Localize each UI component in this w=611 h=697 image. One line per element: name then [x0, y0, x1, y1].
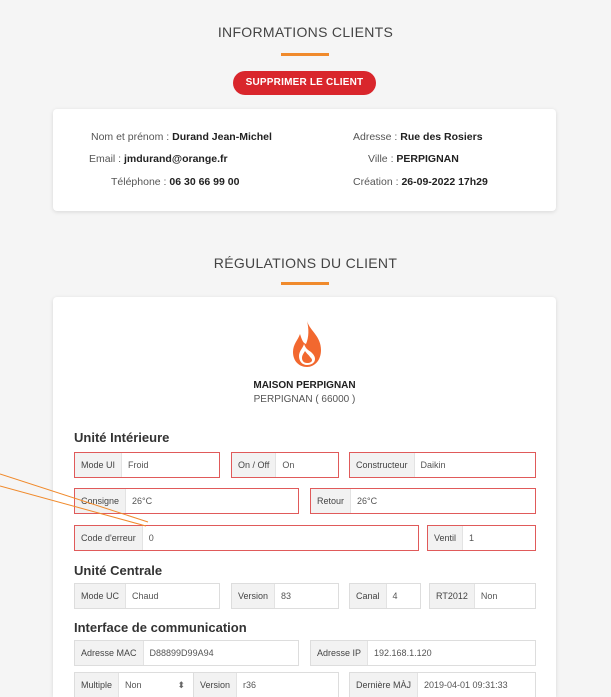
mode-ui-field[interactable]: Mode UI Froid: [74, 452, 220, 478]
error-code-label: Code d'erreur: [75, 526, 143, 550]
onoff-value: On: [282, 460, 295, 470]
canal-value: 4: [392, 591, 398, 601]
mode-ui-value: Froid: [128, 460, 149, 470]
city-label: Ville :: [368, 153, 394, 165]
comm-version-field[interactable]: Version r36: [193, 672, 339, 697]
flame-icon: [293, 321, 321, 367]
client-address-row: Adresse : Rue des Rosiers: [353, 131, 483, 143]
consigne-label: Consigne: [75, 489, 127, 513]
name-label: Nom et prénom :: [91, 131, 170, 143]
ip-address-label: Adresse IP: [311, 641, 369, 665]
title-underline: [281, 53, 329, 56]
indoor-unit-title: Unité Intérieure: [74, 430, 170, 445]
client-city-row: Ville : PERPIGNAN: [368, 153, 459, 165]
ventil-label: Ventil: [428, 526, 464, 550]
select-arrows-icon: ⬍: [177, 679, 185, 690]
email-value: jmdurand@orange.fr: [124, 153, 228, 165]
rt2012-field[interactable]: RT2012 Non: [429, 583, 536, 609]
ventil-field[interactable]: Ventil 1: [427, 525, 536, 551]
uc-version-value: 83: [281, 591, 292, 601]
onoff-field[interactable]: On / Off On: [231, 452, 339, 478]
mode-ui-label: Mode UI: [75, 453, 123, 477]
retour-value: 26°C: [357, 496, 378, 506]
regulation-card: MAISON PERPIGNAN PERPIGNAN ( 66000 ) Uni…: [53, 297, 556, 697]
mac-address-field[interactable]: Adresse MAC D88899D99A94: [74, 640, 299, 666]
mode-uc-field[interactable]: Mode UC Chaud: [74, 583, 220, 609]
multiple-value: Non: [125, 680, 142, 690]
mode-uc-label: Mode UC: [75, 584, 127, 608]
client-phone-row: Téléphone : 06 30 66 99 00: [111, 176, 239, 188]
created-label: Création :: [353, 176, 399, 188]
multiple-label: Multiple: [75, 673, 120, 697]
comm-version-label: Version: [194, 673, 238, 697]
last-update-label: Dernière MÀJ: [350, 673, 419, 697]
constructeur-label: Constructeur: [350, 453, 415, 477]
consigne-field[interactable]: Consigne 26°C: [74, 488, 299, 514]
central-unit-title: Unité Centrale: [74, 563, 163, 578]
consigne-value: 26°C: [132, 496, 153, 506]
mac-address-value: D88899D99A94: [149, 648, 214, 658]
phone-value: 06 30 66 99 00: [169, 176, 240, 188]
canal-field[interactable]: Canal 4: [349, 583, 421, 609]
client-info-card: Nom et prénom : Durand Jean-Michel Email…: [53, 109, 556, 211]
retour-field[interactable]: Retour 26°C: [310, 488, 536, 514]
name-value: Durand Jean-Michel: [172, 131, 272, 143]
mode-uc-value: Chaud: [132, 591, 159, 601]
comm-version-value: r36: [243, 680, 257, 690]
ventil-value: 1: [469, 533, 475, 543]
created-value: 26-09-2022 17h29: [401, 176, 488, 188]
client-name-row: Nom et prénom : Durand Jean-Michel: [91, 131, 272, 143]
phone-label: Téléphone :: [111, 176, 167, 188]
constructeur-field[interactable]: Constructeur Daikin: [349, 452, 536, 478]
ip-address-field[interactable]: Adresse IP 192.168.1.120: [310, 640, 536, 666]
error-code-value: 0: [148, 533, 154, 543]
canal-label: Canal: [350, 584, 387, 608]
multiple-select[interactable]: Multiple Non ⬍: [74, 672, 194, 697]
last-update-value: 2019-04-01 09:31:33: [424, 680, 508, 690]
address-label: Adresse :: [353, 131, 398, 143]
client-email-row: Email : jmdurand@orange.fr: [89, 153, 228, 165]
ip-address-value: 192.168.1.120: [374, 648, 432, 658]
rt2012-label: RT2012: [430, 584, 475, 608]
client-created-row: Création : 26-09-2022 17h29: [353, 176, 488, 188]
last-update-field[interactable]: Dernière MÀJ 2019-04-01 09:31:33: [349, 672, 536, 697]
regulation-section-title: RÉGULATIONS DU CLIENT: [213, 255, 398, 271]
rt2012-value: Non: [480, 591, 498, 601]
onoff-label: On / Off: [232, 453, 277, 477]
site-name: MAISON PERPIGNAN: [253, 380, 356, 391]
title-underline: [281, 282, 329, 285]
address-value: Rue des Rosiers: [400, 131, 483, 143]
delete-client-button[interactable]: SUPPRIMER LE CLIENT: [233, 71, 376, 95]
city-value: PERPIGNAN: [396, 153, 459, 165]
email-label: Email :: [89, 153, 122, 165]
comm-interface-title: Interface de communication: [74, 620, 247, 635]
error-code-field[interactable]: Code d'erreur 0: [74, 525, 419, 551]
mac-address-label: Adresse MAC: [75, 641, 144, 665]
uc-version-field[interactable]: Version 83: [231, 583, 339, 609]
uc-version-label: Version: [232, 584, 276, 608]
site-location: PERPIGNAN ( 66000 ): [253, 394, 356, 405]
client-section-title: INFORMATIONS CLIENTS: [217, 24, 394, 40]
constructeur-value: Daikin: [420, 460, 446, 470]
retour-label: Retour: [311, 489, 352, 513]
